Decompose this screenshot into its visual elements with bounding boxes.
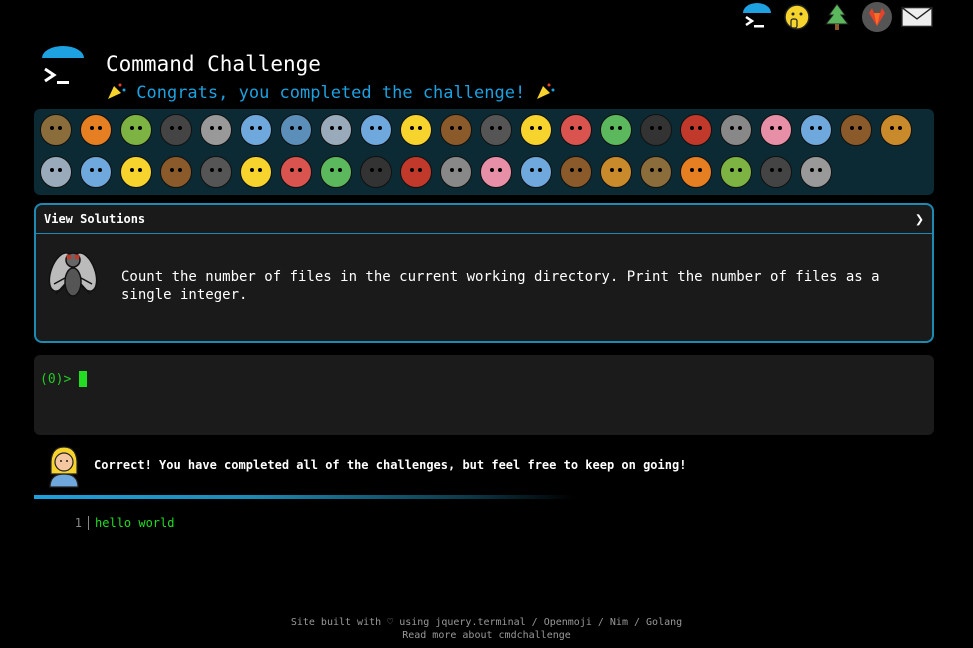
dolphin-icon [320,114,352,146]
peacock-icon [560,156,592,188]
rose-icon [720,156,752,188]
cricket-icon [600,114,632,146]
solutions-panel: View Solutions ❯ Count the number of fil… [34,203,934,343]
butterfly-icon [80,114,112,146]
top-nav [741,0,933,34]
horse-icon [200,156,232,188]
party-popper-icon [106,82,126,100]
gitlab-icon[interactable] [861,0,893,34]
terminal-icon[interactable] [741,0,773,34]
logo-icon [40,46,86,92]
completed-challenges-strip [34,109,934,195]
pig-icon [320,156,352,188]
ant-icon [160,114,192,146]
unicorn-icon [240,156,272,188]
fox-icon [40,156,72,188]
frog-icon [600,156,632,188]
cow-icon [280,156,312,188]
bear-icon [440,156,472,188]
scorpion-icon [680,114,712,146]
sunflower-icon [800,156,832,188]
terminal-cursor [79,371,87,387]
panda-icon [480,156,512,188]
flower-icon [760,156,792,188]
ladybug-icon [560,114,592,146]
terminal-prompt: (0)> [40,372,72,387]
fish-icon [360,114,392,146]
hamster-icon [400,156,432,188]
footer-credits: Site built with ♡ using jquery.terminal … [290,617,683,628]
spider-web-icon [200,114,232,146]
snail-icon [40,114,72,146]
footer-read-more-link[interactable]: Read more about cmdchallenge [0,629,973,642]
solutions-toggle[interactable]: View Solutions ❯ [36,205,932,234]
challenge-description: Count the number of files in the current… [121,269,880,303]
terminal[interactable]: (0)> [34,355,934,435]
cat-icon [80,156,112,188]
tropical-fish-icon [400,114,432,146]
footer: Site built with ♡ using jquery.terminal … [0,616,973,642]
result-message: Correct! You have completed all of the c… [94,458,687,472]
worm-icon [760,114,792,146]
chevron-right-icon: ❯ [914,210,924,228]
beaver-icon [440,114,472,146]
spider-icon [640,114,672,146]
bee-icon [520,114,552,146]
wolf-icon [480,114,512,146]
hatching-chick-icon [520,156,552,188]
shark-icon [280,114,312,146]
envelope-icon[interactable] [901,0,933,34]
tree-icon[interactable] [821,0,853,34]
line-number: 1 [74,516,82,530]
dragon-icon [640,156,672,188]
output-text: hello world [95,516,175,530]
page-title: Command Challenge [106,52,321,76]
woman-avatar-icon [46,444,82,492]
tiger-icon [160,156,192,188]
line-separator [88,516,89,530]
microbe-icon [800,114,832,146]
whale-icon [240,114,272,146]
caterpillar-icon [120,114,152,146]
congrats-message: Congrats, you completed the challenge! [106,82,555,103]
shushing-face-icon[interactable] [781,0,813,34]
fly-icon [720,114,752,146]
solutions-title: View Solutions [44,212,146,226]
cherry-blossom-icon [680,156,712,188]
congrats-text: Congrats, you completed the challenge! [136,83,526,103]
progress-bar [34,495,574,499]
monkey-icon [840,114,872,146]
party-popper-icon [535,82,555,100]
output-line: 1 hello world [72,516,174,530]
lion-icon [120,156,152,188]
mouse-icon [360,156,392,188]
dog-icon [880,114,912,146]
fly-icon [48,248,98,308]
